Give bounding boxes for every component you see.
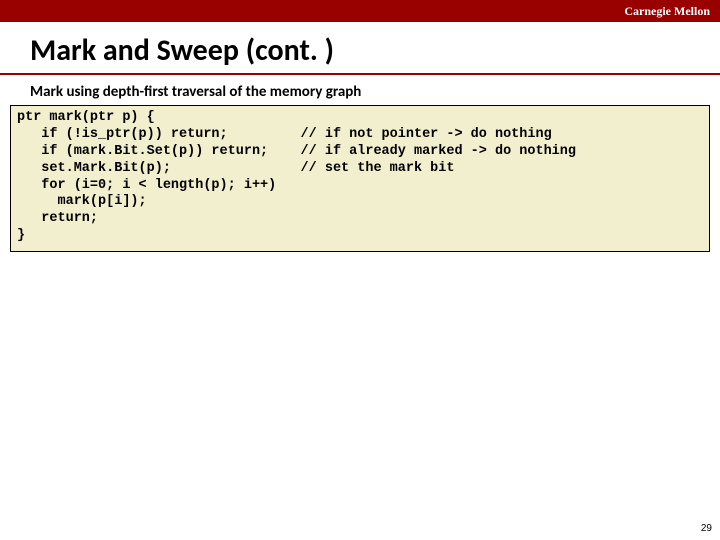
section-subtitle: Mark using depth-first traversal of the …: [0, 75, 720, 105]
page-number: 29: [701, 523, 712, 534]
brand-label: Carnegie Mellon: [624, 4, 710, 19]
code-block: ptr mark(ptr p) { if (!is_ptr(p)) return…: [10, 105, 710, 252]
page-title: Mark and Sweep (cont. ): [0, 22, 720, 73]
header-bar: Carnegie Mellon: [0, 0, 720, 22]
